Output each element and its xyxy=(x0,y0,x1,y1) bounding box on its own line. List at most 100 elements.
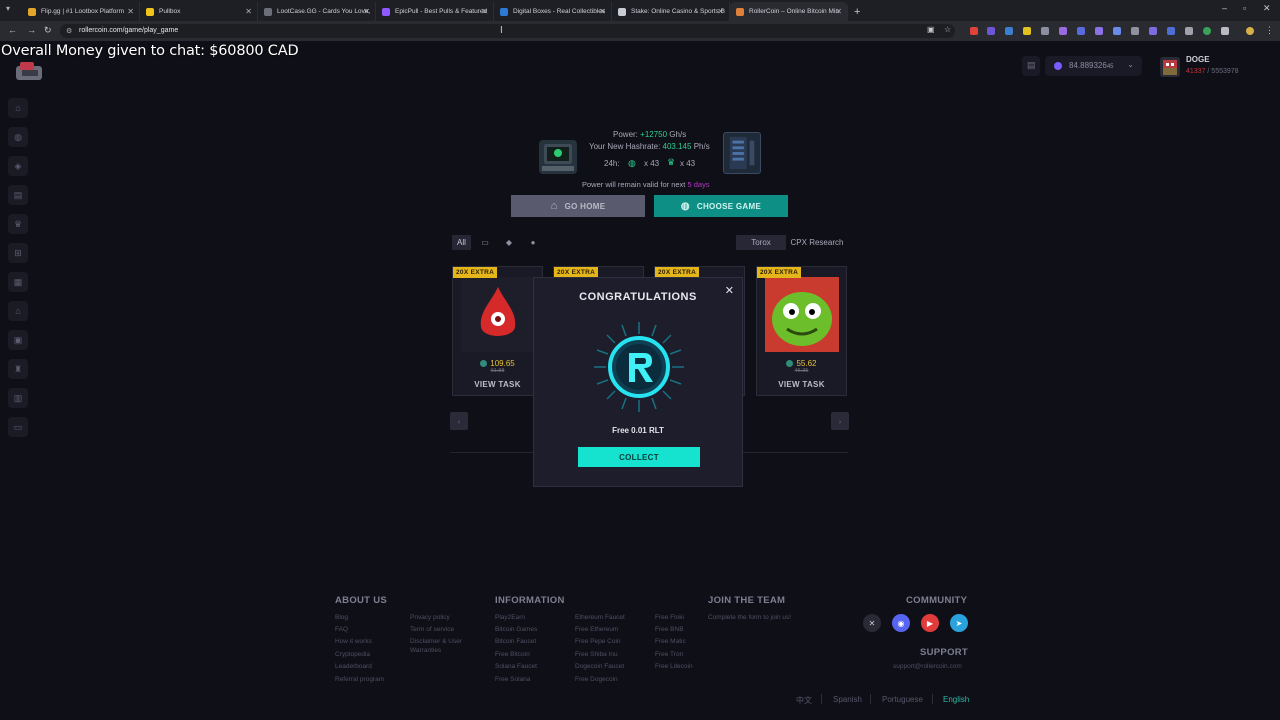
language-chinese[interactable]: 中文 xyxy=(796,695,812,706)
footer-link[interactable]: Free Ethereum xyxy=(575,626,618,633)
extensions-puzzle-icon[interactable] xyxy=(1221,27,1229,35)
browser-tab[interactable]: Digital Boxes - Real Collectibles ✕ xyxy=(494,2,612,21)
extension-icon[interactable] xyxy=(987,27,995,35)
footer-link[interactable]: Free Dogecoin xyxy=(575,676,618,683)
balance-dropdown[interactable]: 84.88932645 ⌄ xyxy=(1045,56,1142,76)
language-portuguese[interactable]: Portuguese xyxy=(882,695,923,704)
footer-link[interactable]: Free Solana xyxy=(495,676,530,683)
avatar[interactable] xyxy=(1159,56,1181,78)
close-icon[interactable]: ✕ xyxy=(1263,3,1271,14)
footer-link[interactable]: Free Tron xyxy=(655,651,683,658)
filter-all[interactable]: All xyxy=(452,235,471,250)
footer-link[interactable]: Free Floki xyxy=(655,614,684,621)
storage-icon[interactable]: ▤ xyxy=(8,185,28,205)
filter-apple-icon[interactable]: ● xyxy=(526,235,540,250)
tab-close-icon[interactable]: ✕ xyxy=(481,7,488,16)
discord-icon[interactable]: ◉ xyxy=(892,614,910,632)
footer-link[interactable]: Disclaimer & User xyxy=(410,638,462,645)
forward-icon[interactable]: → xyxy=(27,25,36,35)
browser-tab[interactable]: Flip.gg | #1 Lootbox Platform ✕ xyxy=(22,2,140,21)
footer-link[interactable]: Bitcoin Faucet xyxy=(495,638,536,645)
view-task-button[interactable]: VIEW TASK xyxy=(757,380,846,389)
extension-icon[interactable] xyxy=(1005,27,1013,35)
footer-link[interactable]: Free Shiba Inu xyxy=(575,651,618,658)
footer-link[interactable]: Leaderboard xyxy=(335,663,372,670)
go-home-button[interactable]: ⌂ GO HOME xyxy=(511,195,645,217)
extension-icon[interactable] xyxy=(1167,27,1175,35)
extension-icon[interactable] xyxy=(1023,27,1031,35)
extension-icon[interactable] xyxy=(1203,27,1211,35)
profile-avatar-icon[interactable] xyxy=(1246,27,1254,35)
inventory-icon[interactable]: ▦ xyxy=(8,272,28,292)
crown-icon[interactable]: ♛ xyxy=(8,214,28,234)
footer-link[interactable]: Solana Faucet xyxy=(495,663,537,670)
extension-icon[interactable] xyxy=(1059,27,1067,35)
tab-close-icon[interactable]: ✕ xyxy=(127,7,134,16)
close-icon[interactable]: ✕ xyxy=(725,284,734,297)
bank-icon[interactable]: ⌂ xyxy=(8,301,28,321)
gamepad-icon[interactable]: ◍ xyxy=(8,127,28,147)
trophy-icon[interactable]: ♜ xyxy=(8,359,28,379)
footer-link[interactable]: Free Matic xyxy=(655,638,686,645)
footer-join-text[interactable]: Complete the form to join us! xyxy=(708,614,791,621)
extension-icon[interactable] xyxy=(1185,27,1193,35)
footer-link[interactable]: Cryptopedia xyxy=(335,651,370,658)
footer-link[interactable]: Bitcoin Games xyxy=(495,626,537,633)
minimize-icon[interactable]: – xyxy=(1222,3,1227,13)
tab-search-icon[interactable]: ▾ xyxy=(6,4,10,13)
site-info-icon[interactable]: ⚙ xyxy=(66,27,72,35)
factory-icon[interactable]: ▥ xyxy=(8,388,28,408)
home-icon[interactable]: ⌂ xyxy=(8,98,28,118)
extension-icon[interactable] xyxy=(1077,27,1085,35)
calendar-icon[interactable]: ▣ xyxy=(8,330,28,350)
footer-link[interactable]: Blog xyxy=(335,614,348,621)
footer-link[interactable]: Dogecoin Faucet xyxy=(575,663,624,670)
browser-tab[interactable]: EpicPull - Best Pulls & Featured ✕ xyxy=(376,2,494,21)
footer-link[interactable]: Warranties xyxy=(410,647,441,654)
rollercoin-logo[interactable] xyxy=(12,58,48,84)
extension-icon[interactable] xyxy=(1041,27,1049,35)
task-card[interactable]: 20X EXTRA 55.62 46.35 VIEW TASK xyxy=(756,266,847,396)
tab-close-icon[interactable]: ✕ xyxy=(363,7,370,16)
collect-button[interactable]: COLLECT xyxy=(578,447,700,467)
filter-desktop-icon[interactable]: ▭ xyxy=(478,235,492,250)
footer-link[interactable]: FAQ xyxy=(335,626,348,633)
language-english[interactable]: English xyxy=(943,695,969,704)
back-icon[interactable]: ← xyxy=(8,25,17,35)
browser-menu-icon[interactable]: ⋮ xyxy=(1265,25,1274,36)
footer-link[interactable]: Ethereum Faucet xyxy=(575,614,625,621)
browser-tab[interactable]: Stake: Online Casino & Sports B ✕ xyxy=(612,2,730,21)
maximize-icon[interactable]: ▫ xyxy=(1243,3,1246,13)
extension-icon[interactable] xyxy=(1095,27,1103,35)
choose-game-button[interactable]: ◍ CHOOSE GAME xyxy=(654,195,788,217)
address-bar[interactable]: ⚙ rollercoin.com/game/play_game xyxy=(60,24,955,38)
provider-cpx-research[interactable]: CPX Research xyxy=(787,235,847,250)
cart-icon[interactable]: ⊞ xyxy=(8,243,28,263)
footer-link[interactable]: Free BNB xyxy=(655,626,684,633)
footer-link[interactable]: How it works xyxy=(335,638,372,645)
tab-close-icon[interactable]: ✕ xyxy=(599,7,606,16)
filter-android-icon[interactable]: ◆ xyxy=(502,235,516,250)
telegram-icon[interactable]: ➤ xyxy=(950,614,968,632)
wallet-icon[interactable]: ▭ xyxy=(8,417,28,437)
x-icon[interactable]: ✕ xyxy=(863,614,881,632)
prev-page-button[interactable]: ‹ xyxy=(450,412,468,430)
extension-icon[interactable] xyxy=(970,27,978,35)
tab-close-icon[interactable]: ✕ xyxy=(717,7,724,16)
cast-icon[interactable]: ▣ xyxy=(927,25,935,34)
support-email[interactable]: support@rollercoin.com xyxy=(893,663,962,670)
footer-link[interactable]: Free Bitcoin xyxy=(495,651,530,658)
footer-link[interactable]: Play2Earn xyxy=(495,614,525,621)
footer-link[interactable]: Privacy policy xyxy=(410,614,450,621)
view-task-button[interactable]: VIEW TASK xyxy=(453,380,542,389)
tab-close-icon[interactable]: ✕ xyxy=(835,7,842,16)
extension-icon[interactable] xyxy=(1131,27,1139,35)
provider-torox[interactable]: Torox xyxy=(736,235,786,250)
footer-link[interactable]: Referral program xyxy=(335,676,384,683)
footer-link[interactable]: Free Pepe Coin xyxy=(575,638,621,645)
next-page-button[interactable]: › xyxy=(831,412,849,430)
extension-icon[interactable] xyxy=(1149,27,1157,35)
youtube-icon[interactable]: ▶ xyxy=(921,614,939,632)
language-spanish[interactable]: Spanish xyxy=(833,695,862,704)
username[interactable]: DOGE xyxy=(1186,55,1210,64)
